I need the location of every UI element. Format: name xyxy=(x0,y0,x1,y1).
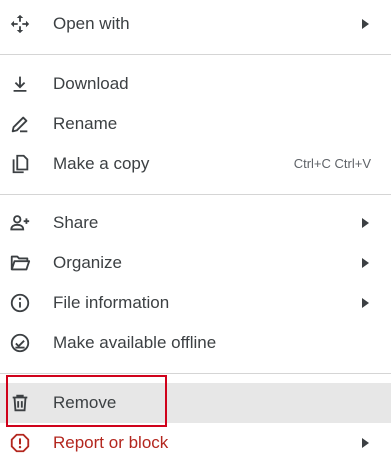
menu-item-report-or-block[interactable]: Report or block xyxy=(0,423,391,463)
submenu-arrow-icon xyxy=(362,258,369,268)
menu-item-label: Open with xyxy=(53,14,130,33)
menu-divider xyxy=(0,373,391,374)
submenu-arrow-icon xyxy=(362,438,369,448)
copy-icon xyxy=(9,153,31,175)
menu-item-make-copy[interactable]: Make a copy Ctrl+C Ctrl+V xyxy=(0,144,391,184)
download-icon xyxy=(9,73,31,95)
folder-open-icon xyxy=(9,252,31,274)
menu-item-label: File information xyxy=(53,293,170,312)
move-arrows-icon xyxy=(9,13,31,35)
trash-icon xyxy=(9,392,31,414)
info-icon xyxy=(9,292,31,314)
menu-item-label: Download xyxy=(53,74,129,93)
report-icon xyxy=(9,432,31,454)
menu-item-remove[interactable]: Remove xyxy=(0,383,391,423)
offline-check-icon xyxy=(9,332,31,354)
submenu-arrow-icon xyxy=(362,218,369,228)
keyboard-shortcut: Ctrl+C Ctrl+V xyxy=(293,156,371,171)
menu-item-label: Report or block xyxy=(53,433,169,452)
menu-item-open-with[interactable]: Open with xyxy=(0,4,391,44)
menu-item-label: Share xyxy=(53,213,99,232)
menu-item-file-information[interactable]: File information xyxy=(0,283,391,323)
menu-item-download[interactable]: Download xyxy=(0,64,391,104)
menu-item-label: Make a copy xyxy=(53,154,150,173)
menu-item-label: Make available offline xyxy=(53,333,217,352)
pencil-icon xyxy=(9,113,31,135)
menu-divider xyxy=(0,54,391,55)
context-menu: Open with Download Rename Make a copy Ct… xyxy=(0,0,391,472)
menu-item-label: Rename xyxy=(53,114,118,133)
menu-item-label: Organize xyxy=(53,253,122,272)
menu-divider xyxy=(0,194,391,195)
menu-item-make-available-offline[interactable]: Make available offline xyxy=(0,323,391,363)
menu-item-label: Remove xyxy=(53,393,117,412)
submenu-arrow-icon xyxy=(362,298,369,308)
menu-item-rename[interactable]: Rename xyxy=(0,104,391,144)
person-add-icon xyxy=(9,212,31,234)
menu-item-share[interactable]: Share xyxy=(0,203,391,243)
submenu-arrow-icon xyxy=(362,19,369,29)
menu-item-organize[interactable]: Organize xyxy=(0,243,391,283)
